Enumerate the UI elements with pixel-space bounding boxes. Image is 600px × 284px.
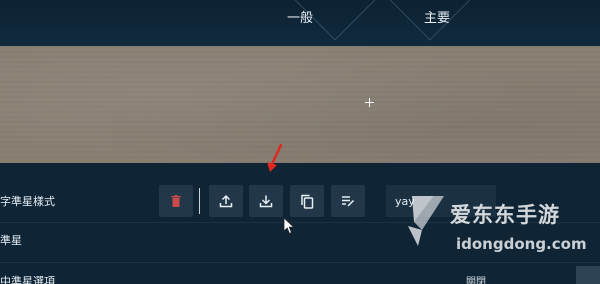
trash-icon — [171, 195, 181, 207]
tab-general[interactable]: 一般 — [287, 7, 313, 26]
tab-main[interactable]: 主要 — [424, 7, 450, 26]
delete-button[interactable] — [159, 185, 193, 217]
copy-button[interactable] — [290, 185, 324, 217]
options-row-label: 中準星選項 — [0, 275, 55, 284]
crosshair-section-label: 準星 — [0, 234, 22, 247]
crosshair-preview — [0, 46, 600, 163]
crosshair-style-label: 字準星樣式 — [0, 195, 55, 208]
watermark: 爱东东手游 idongdong.com — [404, 192, 600, 284]
watermark-name: 爱东东手游 — [450, 203, 560, 227]
copy-icon — [301, 194, 314, 209]
watermark-logo-icon — [408, 196, 444, 246]
watermark-url: idongdong.com — [456, 235, 587, 253]
edit-button[interactable] — [331, 185, 365, 217]
edit-list-icon — [342, 196, 355, 207]
upload-icon — [219, 194, 233, 208]
upload-button[interactable] — [209, 185, 243, 217]
download-button[interactable] — [249, 185, 283, 217]
crosshair-marker-icon — [365, 98, 374, 107]
mouse-cursor-icon — [283, 217, 295, 235]
annotation-arrow-icon — [267, 144, 283, 172]
toolbar-divider — [199, 188, 200, 214]
download-icon — [259, 195, 273, 208]
top-tab-bar: 一般 主要 — [0, 0, 600, 46]
